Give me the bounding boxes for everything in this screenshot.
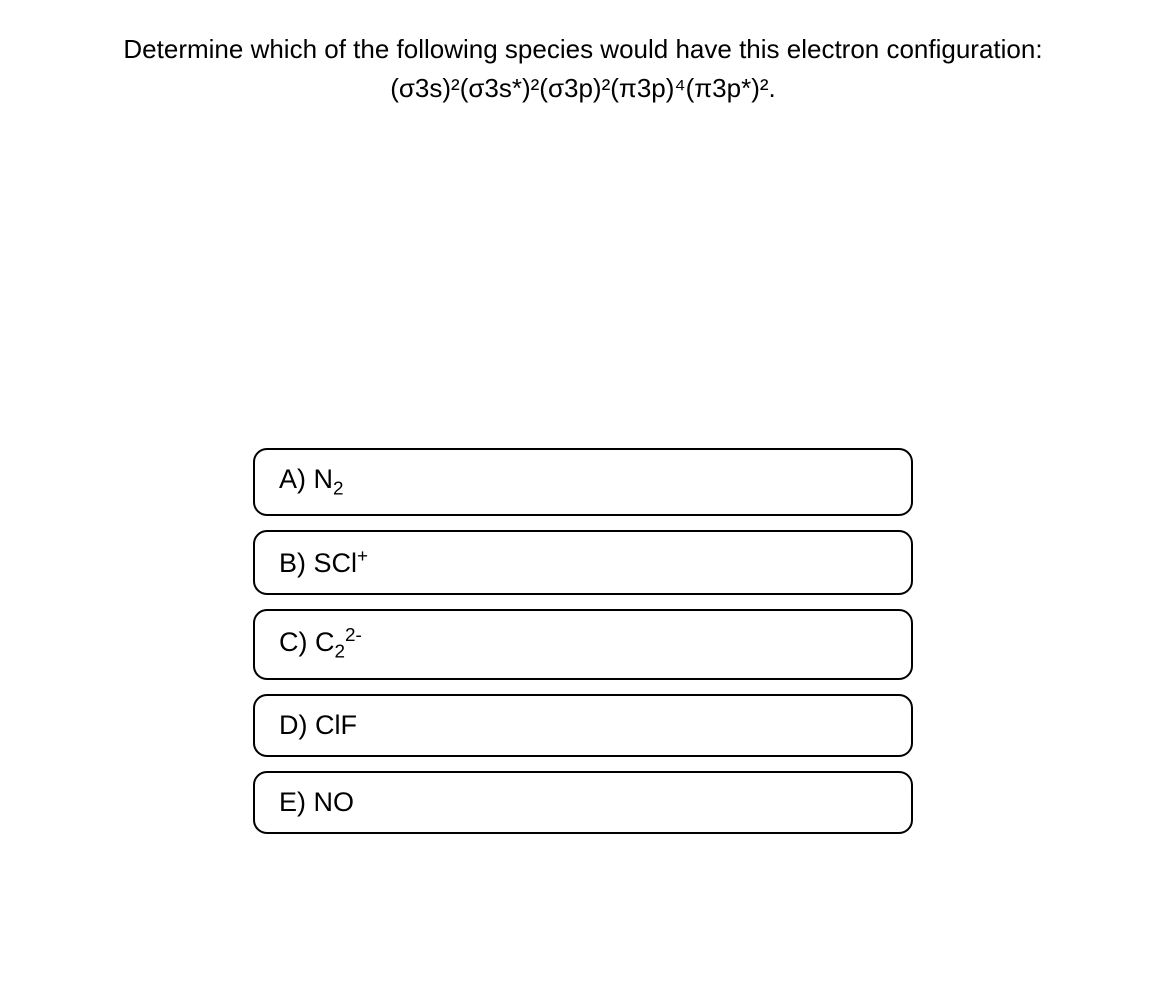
options-list: A) N2 B) SCl+ C) C22- D) ClF E) NO <box>60 448 1106 834</box>
option-a-sub: 2 <box>333 478 344 499</box>
option-c-text: C <box>315 627 335 657</box>
option-d-text: ClF <box>315 710 357 740</box>
question-line1: Determine which of the following species… <box>123 34 1042 64</box>
option-b-letter: B) <box>279 548 306 578</box>
option-e-letter: E) <box>279 787 306 817</box>
option-e-text: NO <box>314 787 355 817</box>
question-prompt: Determine which of the following species… <box>60 30 1106 108</box>
option-b-text: SCl <box>314 548 358 578</box>
option-a-text: N <box>314 464 334 494</box>
option-a[interactable]: A) N2 <box>253 448 913 516</box>
option-d[interactable]: D) ClF <box>253 694 913 757</box>
question-line2: (σ3s)²(σ3s*)²(σ3p)²(π3p)⁴(π3p*)². <box>390 73 776 103</box>
option-c-sub: 2 <box>335 642 346 663</box>
option-b[interactable]: B) SCl+ <box>253 530 913 595</box>
option-d-letter: D) <box>279 710 308 740</box>
option-c-letter: C) <box>279 627 308 657</box>
option-c[interactable]: C) C22- <box>253 609 913 679</box>
option-b-sup: + <box>357 546 368 567</box>
option-c-sup: 2- <box>345 625 362 646</box>
option-a-letter: A) <box>279 464 306 494</box>
option-e[interactable]: E) NO <box>253 771 913 834</box>
